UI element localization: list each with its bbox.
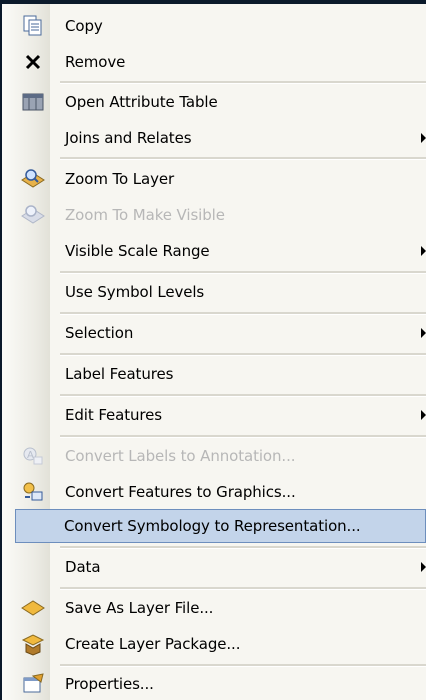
zoom-visible-icon — [18, 200, 48, 230]
features-graphics-icon — [18, 477, 48, 507]
layer-context-menu: Copy Remove Open Attribute Table Joins a… — [0, 0, 426, 700]
menu-item-label: Properties... — [65, 674, 154, 693]
menu-item-label: Save As Layer File... — [65, 599, 214, 617]
layer-file-icon — [18, 593, 48, 623]
menu-item-convert-symbology-to-representation[interactable]: Convert Symbology to Representation... — [15, 509, 426, 543]
empty-icon-slot — [18, 359, 48, 389]
submenu-arrow-icon — [421, 562, 426, 572]
menu-item-save-as-layer-file[interactable]: Save As Layer File... — [0, 590, 426, 626]
menu-item-label: Zoom To Layer — [65, 169, 175, 188]
empty-icon-slot — [18, 123, 48, 153]
menu-item-label: Use Symbol Levels — [65, 283, 205, 301]
menu-item-copy[interactable]: Copy — [0, 8, 426, 44]
menu-item-properties[interactable]: Properties... — [0, 667, 426, 700]
menu-item-label: Open Attribute Table — [65, 93, 218, 111]
empty-icon-slot — [18, 277, 48, 307]
menu-item-label: Copy — [65, 17, 103, 35]
menu-item-remove[interactable]: Remove — [0, 44, 426, 80]
menu-item-label: Convert Symbology to Representation... — [64, 517, 361, 535]
menu-item-label: Convert Features to Graphics... — [65, 483, 296, 501]
properties-icon — [18, 669, 48, 699]
empty-icon-slot — [18, 236, 48, 266]
labels-annotation-icon: A — [18, 441, 48, 471]
layer-package-icon — [18, 629, 48, 659]
copy-icon — [18, 11, 48, 41]
table-icon — [18, 87, 48, 117]
menu-item-edit-features[interactable]: Edit Features — [0, 397, 426, 433]
menu-item-label: Visible Scale Range — [65, 242, 210, 260]
menu-item-label: Convert Labels to Annotation... — [65, 447, 296, 465]
menu-item-create-layer-package[interactable]: Create Layer Package... — [0, 626, 426, 662]
submenu-arrow-icon — [421, 246, 426, 256]
menu-item-selection[interactable]: Selection — [0, 315, 426, 351]
menu-item-label: Data — [65, 558, 101, 576]
menu-item-data[interactable]: Data — [0, 549, 426, 585]
submenu-arrow-icon — [421, 133, 426, 143]
menu-item-zoom-to-layer[interactable]: Zoom To Layer — [0, 160, 426, 197]
zoom-layer-icon — [18, 164, 48, 194]
empty-icon-slot — [18, 552, 48, 582]
menu-item-label: Zoom To Make Visible — [65, 206, 225, 224]
menu-item-label: Edit Features — [65, 406, 163, 424]
menu-item-convert-features-to-graphics[interactable]: Convert Features to Graphics... — [0, 474, 426, 510]
menu-item-label: Joins and Relates — [65, 129, 192, 147]
menu-item-label: Selection — [65, 324, 134, 342]
menu-item-joins-and-relates[interactable]: Joins and Relates — [0, 120, 426, 156]
menu-item-use-symbol-levels[interactable]: Use Symbol Levels — [0, 274, 426, 310]
remove-icon — [18, 47, 48, 77]
submenu-arrow-icon — [421, 410, 426, 420]
empty-icon-slot — [18, 318, 48, 348]
empty-icon-slot — [18, 400, 48, 430]
menu-item-label: Remove — [65, 53, 126, 71]
menu-item-label-features[interactable]: Label Features — [0, 356, 426, 392]
menu-item-visible-scale-range[interactable]: Visible Scale Range — [0, 233, 426, 269]
menu-item-open-attribute-table[interactable]: Open Attribute Table — [0, 84, 426, 120]
svg-text:A: A — [27, 450, 34, 461]
menu-item-label: Create Layer Package... — [65, 635, 241, 653]
menu-item-zoom-to-make-visible: Zoom To Make Visible — [0, 197, 426, 233]
menu-item-label: Label Features — [65, 365, 174, 383]
menu-item-convert-labels-to-annotation: A Convert Labels to Annotation... — [0, 438, 426, 474]
submenu-arrow-icon — [421, 328, 426, 338]
